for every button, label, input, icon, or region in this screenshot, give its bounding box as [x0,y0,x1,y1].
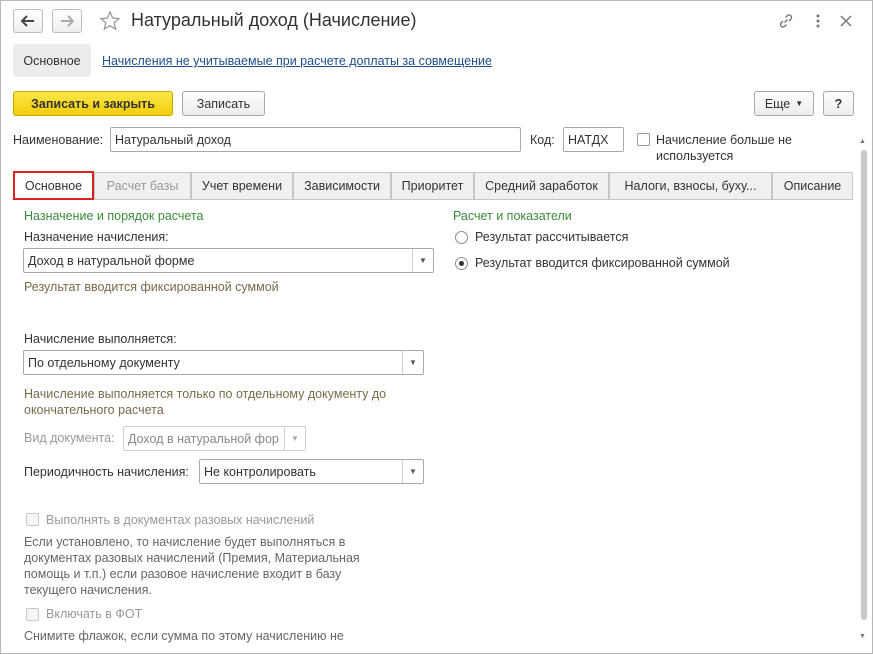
execution-select-value: По отдельному документу [28,355,180,370]
radio-fixed-label: Результат вводится фиксированной суммой [475,256,730,270]
section-purpose-title: Назначение и порядок расчета [24,209,204,223]
fot-hint: Снимите флажок, если сумма по этому начи… [24,629,344,643]
doc-type-select: Доход в натуральной фор ▼ [123,426,306,451]
link-icon[interactable] [776,11,796,31]
purpose-select-value: Доход в натуральной форме [28,253,195,268]
tab-base-calculation[interactable]: Расчет базы [94,172,191,199]
code-input[interactable]: НАТДХ [563,127,624,152]
nav-link-excluded-accruals[interactable]: Начисления не учитываемые при расчете до… [102,54,492,68]
one-time-hint-line2: документах разовых начислений (Премия, М… [24,551,360,565]
tab-bar: Основное Расчет базы Учет времени Зависи… [12,171,853,200]
scrollbar-thumb[interactable] [861,150,867,620]
execution-hint-line2: окончательного расчета [24,403,164,417]
one-time-hint-line3: помощь и т.п.) если разовое начисление в… [24,567,342,581]
radio-fixed[interactable] [455,257,468,270]
tab-average-earnings[interactable]: Средний заработок [474,172,609,199]
chevron-down-icon: ▼ [795,99,804,108]
one-time-hint: Если установлено, то начисление будет вы… [24,534,360,598]
back-button[interactable] [13,9,43,33]
dropdown-arrow-icon[interactable]: ▼ [402,351,423,374]
unused-label-line2: используется [656,149,734,163]
radio-selected-dot [459,261,464,266]
fot-label: Включать в ФОТ [46,607,143,621]
one-time-label: Выполнять в документах разовых начислени… [46,513,315,527]
execution-label: Начисление выполняется: [24,332,177,346]
more-button-label: Еще [764,96,791,111]
tab-description[interactable]: Описание [772,172,853,199]
more-button[interactable]: Еще ▼ [754,91,814,116]
dropdown-arrow-icon[interactable]: ▼ [412,249,433,272]
scroll-up-icon[interactable]: ▲ [859,138,866,145]
tab-time-tracking[interactable]: Учет времени [191,172,293,199]
unused-label: Начисление больше не используется [656,132,792,164]
fot-checkbox [26,608,39,621]
forward-button[interactable] [52,9,82,33]
unused-checkbox[interactable] [637,133,650,146]
execution-hint: Начисление выполняется только по отдельн… [24,386,386,418]
dropdown-arrow-icon[interactable]: ▼ [402,460,423,483]
one-time-hint-line1: Если установлено, то начисление будет вы… [24,535,346,549]
purpose-select[interactable]: Доход в натуральной форме ▼ [23,248,434,273]
window-title: Натуральный доход (Начисление) [131,10,417,30]
name-label: Наименование: [13,133,104,147]
purpose-label: Назначение начисления: [24,230,169,244]
more-vertical-icon[interactable] [808,11,828,31]
periodicity-select[interactable]: Не контролировать ▼ [199,459,424,484]
nav-main[interactable]: Основное [13,44,91,77]
doc-type-select-value: Доход в натуральной фор [128,431,279,446]
save-and-close-button[interactable]: Записать и закрыть [13,91,173,116]
code-label: Код: [530,133,555,147]
purpose-hint: Результат вводится фиксированной суммой [24,280,279,294]
doc-type-label: Вид документа: [24,431,115,445]
periodicity-select-value: Не контролировать [204,464,316,479]
periodicity-label: Периодичность начисления: [24,465,189,479]
tab-dependencies[interactable]: Зависимости [293,172,391,199]
scroll-down-icon[interactable]: ▼ [859,633,866,640]
name-input[interactable]: Натуральный доход [110,127,521,152]
radio-calculated-label: Результат рассчитывается [475,230,629,244]
radio-calculated[interactable] [455,231,468,244]
arrow-left-icon [21,15,34,27]
execution-hint-line1: Начисление выполняется только по отдельн… [24,387,387,401]
save-button[interactable]: Записать [182,91,265,116]
arrow-right-icon [61,15,74,27]
help-button[interactable]: ? [823,91,854,116]
one-time-hint-line4: текущего начисления. [24,583,152,597]
execution-select[interactable]: По отдельному документу ▼ [23,350,424,375]
close-icon[interactable] [836,11,856,31]
section-calculation-title: Расчет и показатели [453,209,572,223]
dropdown-arrow-icon: ▼ [284,427,305,450]
favorite-star-icon[interactable] [99,10,121,35]
tab-main[interactable]: Основное [13,171,94,200]
tab-priority[interactable]: Приоритет [391,172,474,199]
tab-taxes[interactable]: Налоги, взносы, буху... [609,172,772,199]
unused-label-line1: Начисление больше не [656,133,792,147]
one-time-checkbox [26,513,39,526]
